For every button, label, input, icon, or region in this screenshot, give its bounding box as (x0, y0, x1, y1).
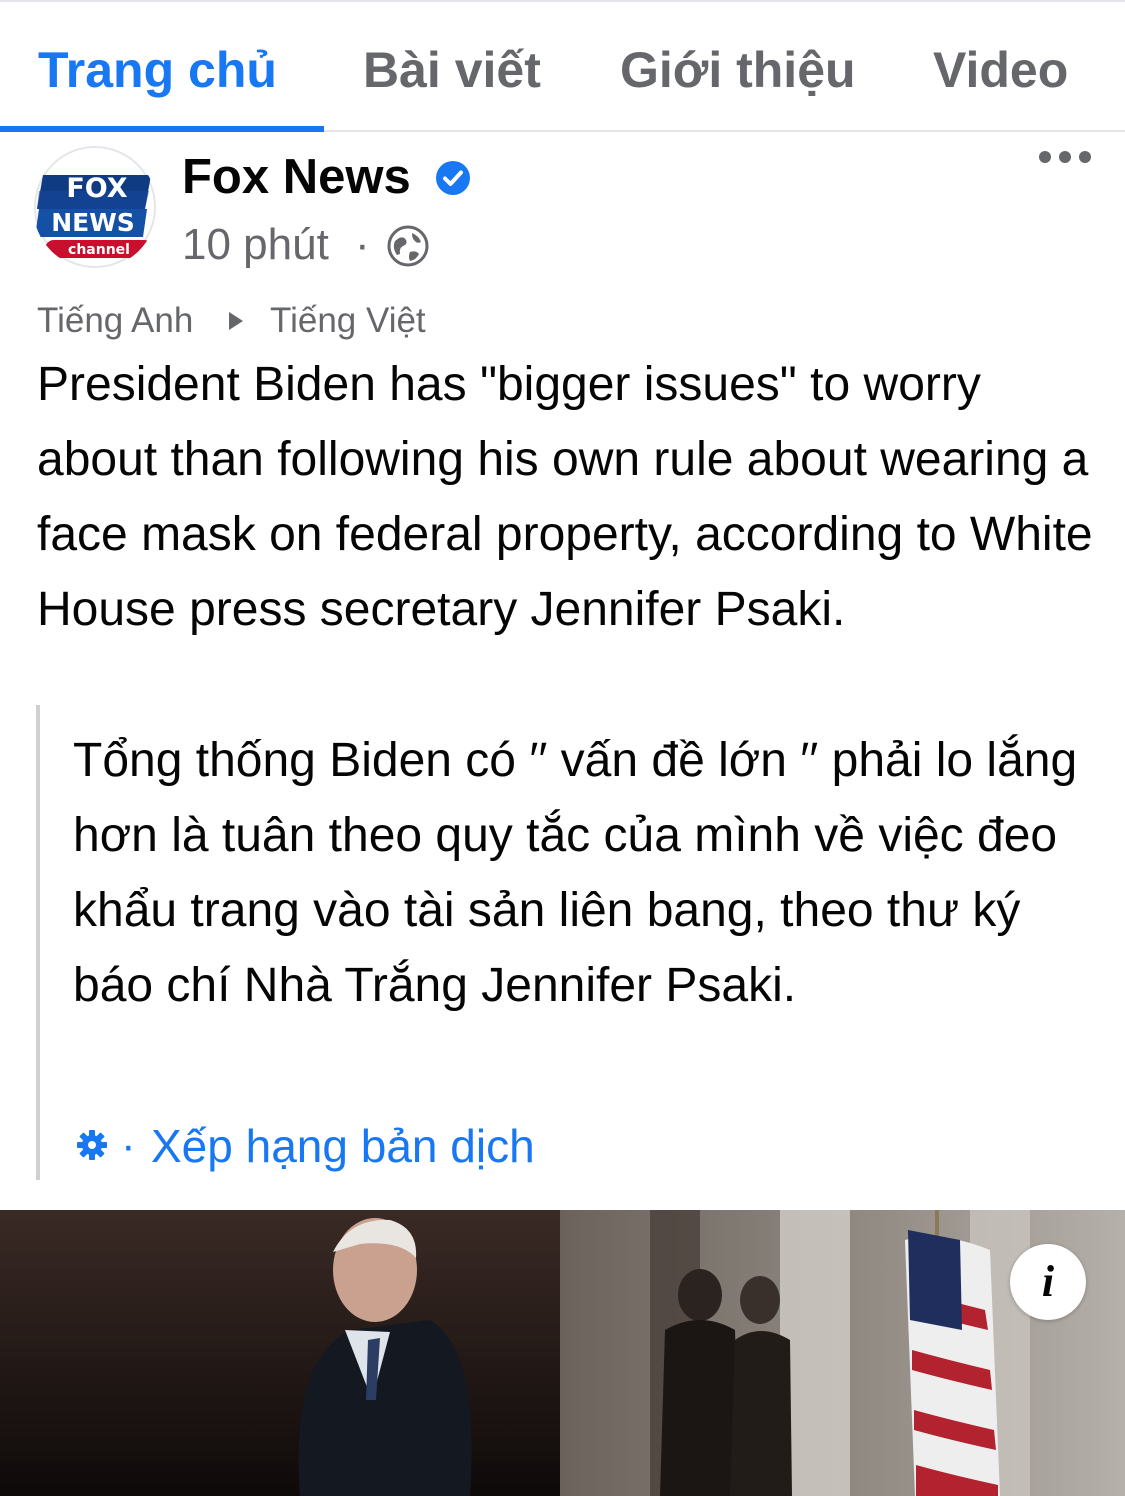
source-language: Tiếng Anh (37, 301, 194, 340)
page-name[interactable]: Fox News (182, 148, 411, 206)
post-photo[interactable] (0, 1210, 1125, 1496)
globe-icon (387, 225, 429, 267)
tab-videos[interactable]: Video (933, 40, 1068, 100)
logo-fox-text: FOX (66, 173, 127, 204)
target-language: Tiếng Việt (270, 301, 426, 340)
meta-separator: · (355, 220, 370, 269)
more-options-button[interactable] (1030, 140, 1100, 180)
translation-quote-bar (36, 705, 40, 1180)
gear-icon (77, 1130, 107, 1160)
logo-news-text: NEWS (51, 208, 135, 237)
info-icon: i (1041, 1257, 1055, 1306)
post-text: President Biden has "bigger issues" to w… (37, 358, 1093, 636)
tab-posts[interactable]: Bài viết (363, 40, 541, 100)
tab-about[interactable]: Giới thiệu (620, 40, 856, 100)
post-photo-image (0, 1210, 1125, 1496)
verified-badge-icon (436, 161, 470, 195)
page-tabs: Trang chủ Bài viết Giới thiệu Video (0, 2, 1125, 132)
photo-info-button[interactable]: i (1010, 1244, 1086, 1320)
active-tab-indicator (0, 126, 324, 132)
avatar[interactable]: FOX NEWS channel (33, 145, 157, 269)
logo-channel-text: channel (68, 242, 130, 258)
rate-translation-link[interactable]: Xếp hạng bản dịch (151, 1118, 535, 1174)
post-time[interactable]: 10 phút (182, 218, 329, 272)
rate-separator: · (121, 1121, 136, 1170)
arrow-right-icon (229, 312, 243, 330)
tab-home[interactable]: Trang chủ (38, 40, 277, 100)
translated-text: Tổng thống Biden có ′′ vấn đề lớn ′′ phả… (73, 734, 1078, 1012)
fox-news-logo: FOX NEWS channel (34, 146, 156, 268)
